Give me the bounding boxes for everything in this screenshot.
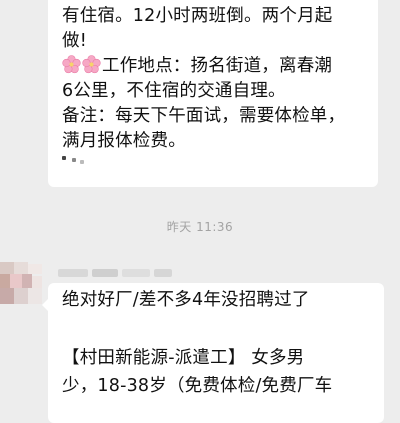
message-text-line: 6公里，不住宿的交通自理。 — [62, 81, 286, 101]
cherry-blossom-icon — [62, 55, 81, 74]
message-timestamp: 昨天 11:36 — [166, 220, 234, 234]
message-text-line: 【村田新能源-派遣工】 女多男 — [62, 348, 305, 368]
message-text-line: 满月报体检费。 — [62, 131, 186, 151]
blurred-text-fragment — [62, 156, 122, 166]
message-text-line: 绝对好厂/差不多4年没招聘过了 — [62, 290, 310, 310]
message-text-line: 工作地点：扬名街道，离春潮 — [62, 54, 332, 79]
sender-name-blurred — [58, 266, 188, 280]
message-text-line: 少，18-38岁（免费体检/免费厂车 — [62, 376, 333, 396]
message-bubble-job-details[interactable]: 有住宿。12小时两班倒。两个月起 做! 工作地点：扬名街道，离春潮 6公里，不住… — [48, 0, 378, 187]
cherry-blossom-icon — [82, 55, 101, 74]
message-text-line: 有住宿。12小时两班倒。两个月起 — [62, 6, 333, 26]
message-bubble-job-posting[interactable]: 绝对好厂/差不多4年没招聘过了 【村田新能源-派遣工】 女多男 少，18-38岁… — [42, 283, 384, 423]
message-text-line: 做! — [62, 31, 87, 51]
message-text-work-location: 工作地点：扬名街道，离春潮 — [102, 56, 333, 76]
avatar[interactable] — [0, 262, 44, 306]
message-text-line: 备注：每天下午面试，需要体检单， — [62, 106, 346, 126]
